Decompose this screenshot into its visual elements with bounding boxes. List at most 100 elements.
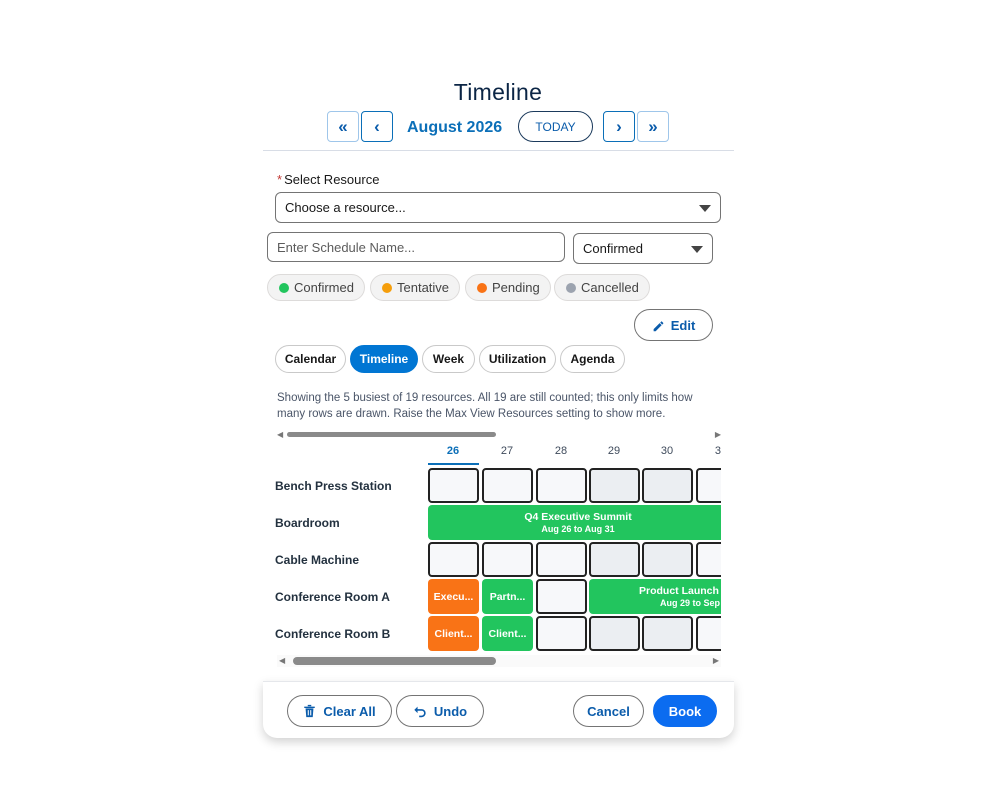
tab-utilization[interactable]: Utilization: [479, 345, 556, 373]
timeline-slot[interactable]: [642, 616, 693, 651]
timeline-slot[interactable]: [536, 468, 587, 503]
scroll-thumb[interactable]: [293, 657, 496, 665]
timeline-slot[interactable]: [589, 468, 640, 503]
timeline-slot[interactable]: [428, 468, 479, 503]
resource-limit-note: Showing the 5 busiest of 19 resources. A…: [277, 392, 693, 420]
status-select[interactable]: Confirmed: [573, 233, 713, 264]
next-month-button[interactable]: ›: [603, 111, 635, 142]
timeline-slot[interactable]: [482, 542, 533, 577]
chevron-left-icon: ‹: [374, 117, 380, 136]
double-chevron-left-icon: «: [338, 117, 348, 136]
timeline-slot[interactable]: [428, 542, 479, 577]
row-label: Conference Room A: [275, 590, 390, 604]
day-header: 30: [660, 445, 674, 457]
legend-tentative: Tentative: [370, 274, 461, 301]
timeline-slot[interactable]: [536, 542, 587, 577]
event-title: Client...: [434, 627, 473, 640]
timeline-grid: 26 27 28 29 30 31 Bench Press Station Bo…: [263, 438, 721, 668]
event-client[interactable]: Client...: [428, 616, 479, 651]
pencil-icon: [653, 320, 664, 331]
row-label: Conference Room B: [275, 627, 391, 641]
event-title: Execu...: [433, 590, 474, 603]
required-mark: *: [277, 172, 283, 187]
event-product-launch[interactable]: Product Launch S Aug 29 to Sep: [589, 579, 721, 614]
resource-label-text: Select Resource: [284, 172, 380, 187]
day-header: 26: [446, 445, 460, 457]
timeline-slot[interactable]: [536, 579, 587, 614]
timeline-slot[interactable]: [696, 542, 721, 577]
event-range: Aug 29 to Sep: [660, 598, 721, 608]
tab-calendar[interactable]: Calendar: [275, 345, 346, 373]
caret-down-icon: [699, 204, 711, 212]
clear-all-label: Clear All: [323, 703, 376, 719]
resource-select-value: Choose a resource...: [285, 200, 406, 215]
event-title: Client...: [488, 627, 527, 640]
event-executive[interactable]: Execu...: [428, 579, 479, 614]
today-button[interactable]: TODAY: [518, 111, 593, 142]
today-indicator: [428, 463, 479, 465]
edit-label: Edit: [670, 317, 696, 333]
day-header: 31: [714, 445, 721, 457]
event-range: Aug 26 to Aug 31: [541, 524, 615, 534]
action-footer: Clear All Undo Cancel Book: [263, 681, 734, 738]
book-button[interactable]: Book: [653, 695, 717, 727]
day-header: 27: [500, 445, 514, 457]
legend-pending: Pending: [465, 274, 551, 301]
edit-button[interactable]: Edit: [634, 309, 713, 341]
event-title: Q4 Executive Summit: [524, 511, 632, 523]
status-select-value: Confirmed: [583, 241, 643, 256]
header-divider: [263, 150, 734, 151]
timeline-scrollbar-bottom[interactable]: ◀ ▶: [277, 655, 721, 667]
timeline-slot[interactable]: [696, 616, 721, 651]
timeline-slot[interactable]: [536, 616, 587, 651]
event-partner[interactable]: Partn...: [482, 579, 533, 614]
legend-label: Cancelled: [581, 280, 639, 295]
timeline-slot[interactable]: [589, 616, 640, 651]
row-label: Cable Machine: [275, 553, 360, 567]
clear-all-button[interactable]: Clear All: [287, 695, 392, 727]
event-client[interactable]: Client...: [482, 616, 533, 651]
undo-button[interactable]: Undo: [396, 695, 484, 727]
event-title: Partn...: [489, 590, 526, 603]
trash-icon: [304, 704, 316, 718]
cancelled-dot-icon: [566, 282, 576, 293]
scroll-left-icon[interactable]: ◀: [279, 656, 285, 666]
double-chevron-right-icon: »: [648, 117, 658, 136]
timeline-slot[interactable]: [589, 542, 640, 577]
last-month-button[interactable]: »: [637, 111, 669, 142]
tentative-dot-icon: [382, 282, 392, 293]
pending-dot-icon: [477, 282, 487, 293]
scroll-thumb[interactable]: [287, 432, 496, 437]
row-label: Boardroom: [275, 516, 340, 530]
day-header: 29: [607, 445, 621, 457]
row-label: Bench Press Station: [275, 479, 392, 493]
tab-agenda[interactable]: Agenda: [560, 345, 625, 373]
day-header: 28: [554, 445, 568, 457]
undo-icon: [414, 706, 426, 717]
tab-week[interactable]: Week: [422, 345, 475, 373]
legend-label: Tentative: [397, 280, 450, 295]
cancel-button[interactable]: Cancel: [573, 695, 644, 727]
first-month-button[interactable]: «: [327, 111, 359, 142]
timeline-slot[interactable]: [642, 468, 693, 503]
event-title: Product Launch S: [639, 585, 721, 597]
undo-label: Undo: [433, 703, 468, 719]
tab-timeline[interactable]: Timeline: [350, 345, 418, 373]
chevron-right-icon: ›: [616, 117, 622, 136]
scroll-right-icon[interactable]: ▶: [713, 656, 719, 666]
confirmed-dot-icon: [279, 282, 289, 293]
event-q4-executive-summit[interactable]: Q4 Executive Summit Aug 26 to Aug 31: [428, 505, 721, 540]
legend-label: Pending: [492, 280, 540, 295]
schedule-name-input[interactable]: [267, 232, 565, 262]
legend-confirmed: Confirmed: [267, 274, 365, 301]
caret-down-icon: [691, 245, 703, 253]
legend-cancelled: Cancelled: [554, 274, 650, 301]
resource-select[interactable]: Choose a resource...: [275, 192, 721, 223]
timeline-slot[interactable]: [696, 468, 721, 503]
legend-label: Confirmed: [294, 280, 354, 295]
page-title: Timeline: [453, 79, 543, 105]
timeline-slot[interactable]: [482, 468, 533, 503]
previous-month-button[interactable]: ‹: [361, 111, 393, 142]
timeline-slot[interactable]: [642, 542, 693, 577]
current-month: August 2026: [407, 119, 503, 136]
